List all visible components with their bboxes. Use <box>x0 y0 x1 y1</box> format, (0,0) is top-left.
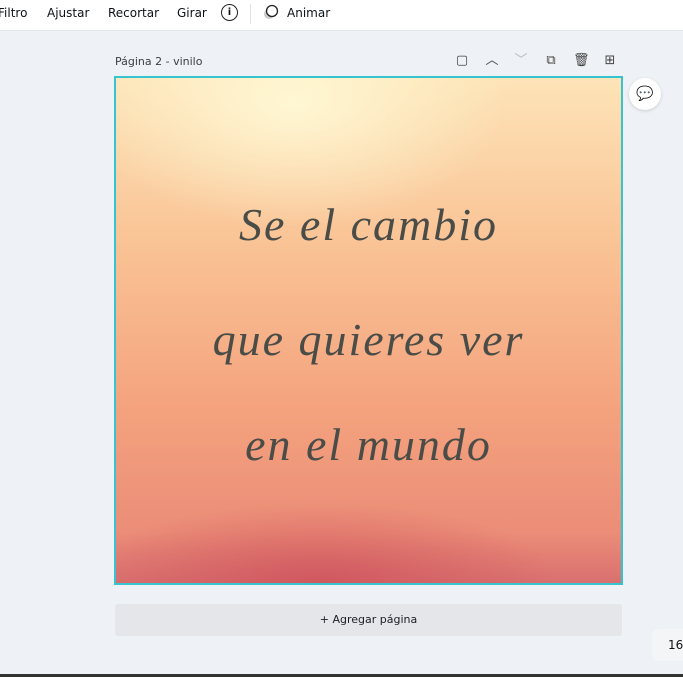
animate-icon[interactable] <box>263 4 279 20</box>
quote-line-3[interactable]: en el mundo <box>116 418 621 471</box>
adjust-button[interactable]: Ajustar <box>47 6 89 20</box>
animate-button[interactable]: Animar <box>287 6 330 20</box>
chevron-up-icon[interactable]: ︿ <box>485 54 499 68</box>
divider <box>250 4 251 24</box>
duplicate-icon[interactable]: ⧉ <box>544 54 558 68</box>
rotate-button[interactable]: Girar <box>177 6 207 20</box>
page-title[interactable]: Página 2 - vinilo <box>115 55 202 68</box>
quote-line-2[interactable]: que quieres ver <box>116 313 621 366</box>
filter-button[interactable]: Filtro <box>0 6 27 20</box>
toolbar: Filtro Ajustar Recortar Girar i Animar <box>0 0 683 31</box>
trash-icon[interactable]: 🗑 <box>573 54 590 68</box>
chevron-down-icon[interactable]: ﹀ <box>514 54 528 68</box>
add-page-icon[interactable]: ⊞ <box>603 54 617 68</box>
info-icon[interactable]: i <box>221 4 238 21</box>
crop-button[interactable]: Recortar <box>108 6 159 20</box>
quote-line-1[interactable]: Se el cambio <box>116 198 621 251</box>
comment-icon: 💬 <box>636 86 654 102</box>
design-canvas[interactable]: Se el cambio que quieres ver en el mundo <box>114 76 623 585</box>
add-comment-button[interactable]: 💬 <box>629 78 661 110</box>
add-page-button[interactable]: + Agregar página <box>115 604 622 636</box>
zoom-level[interactable]: 16 <box>652 629 683 661</box>
note-icon[interactable]: ▢ <box>455 54 469 68</box>
